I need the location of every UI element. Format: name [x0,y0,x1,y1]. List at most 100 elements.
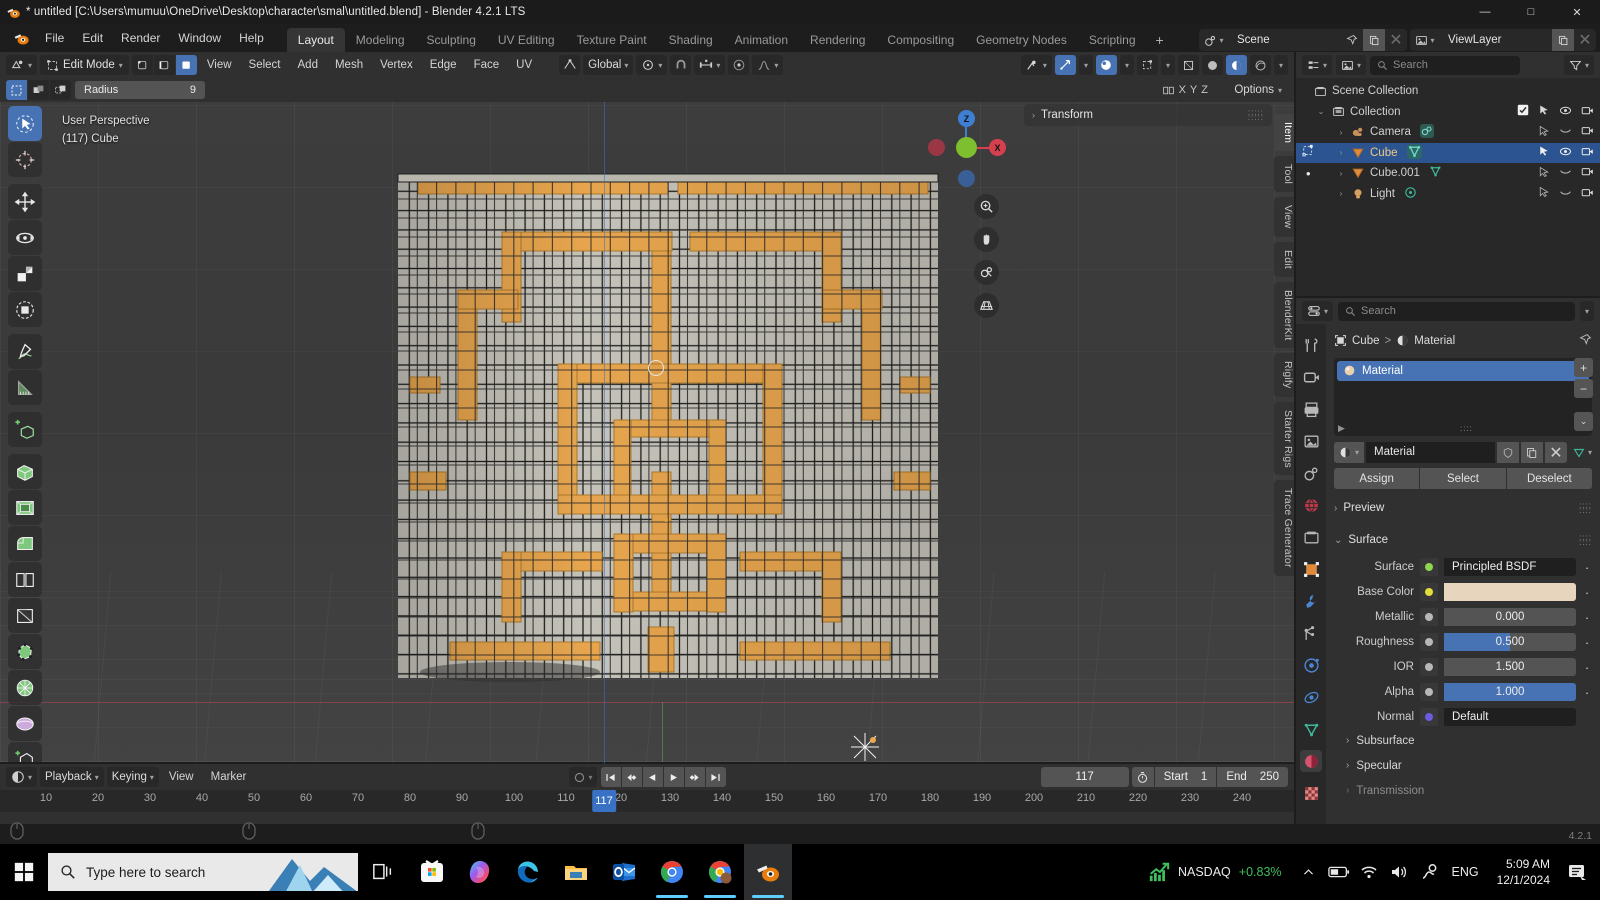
battery-icon[interactable] [1324,844,1354,900]
menu-help[interactable]: Help [230,25,273,51]
outliner-row-collection[interactable]: ⌄ Collection [1296,102,1600,123]
timeline-view-menu[interactable]: View [162,767,201,787]
taskbar-app-blender[interactable] [744,844,792,900]
selectable-arrow-icon[interactable] [1538,125,1550,140]
render-camera-icon[interactable] [1300,366,1322,388]
taskbar-app-google-chrome[interactable] [648,844,696,900]
constraints-icon[interactable] [1300,686,1322,708]
node-socket-icon[interactable] [1420,583,1438,601]
selectable-arrow-icon[interactable] [1538,166,1550,181]
animate-property-icon[interactable]: · [1582,635,1592,650]
disable-render-camera-icon[interactable] [1581,165,1594,181]
playback-menu[interactable]: Playback ▾ [40,767,104,787]
material-sphere-icon[interactable] [1300,750,1322,772]
subpanel-specular[interactable]: › Specular [1334,753,1592,778]
disclosure-chevron-icon[interactable]: › [1334,169,1348,178]
properties-search-input[interactable]: Search [1338,301,1575,321]
jump-to-end-icon[interactable] [705,767,726,787]
show-hidden-icons-chevron[interactable] [1294,844,1324,900]
extrude-region-tool[interactable] [8,454,42,489]
rotate-tool[interactable] [8,220,42,255]
selectable-arrow-icon[interactable] [1538,186,1550,201]
transform-orientation-selector[interactable]: Global ▾ [583,55,634,75]
outliner-row-cube-001[interactable]: • › Cube.001 [1296,163,1600,184]
close-button[interactable]: ✕ [1554,0,1600,24]
editor-type-icon[interactable]: ▾ [6,55,38,75]
wireframe-icon[interactable] [1177,55,1199,75]
duplicate-icon[interactable] [1520,442,1543,463]
axis-y-toggle[interactable]: Y [1190,84,1197,96]
selectable-arrow-icon[interactable] [1538,104,1550,119]
sidebar-tab-rigify[interactable]: Rigify [1274,353,1294,397]
zoom-icon[interactable] [974,194,999,219]
subpanel-subsurface[interactable]: › Subsurface [1334,728,1592,753]
animate-property-icon[interactable]: · [1582,560,1592,575]
node-socket-icon[interactable] [1420,683,1438,701]
unlink-x-icon[interactable]: ✕ [1544,442,1567,463]
cube-mesh-object[interactable] [390,172,950,761]
proportional-falloff-selector[interactable]: ▾ [752,55,784,75]
playhead[interactable]: 117 [592,790,616,812]
use-preview-range-icon[interactable] [1131,767,1154,787]
visibility-selector[interactable]: ▾ [1020,55,1052,75]
xray-dropdown[interactable]: ▾ [1119,55,1134,75]
sidebar-tab-tool[interactable]: Tool [1274,156,1294,193]
navigation-gizmo[interactable]: Z X [928,110,1006,187]
pin-icon[interactable] [1579,333,1592,349]
gizmo-axis-y[interactable] [956,137,977,158]
gizmo-dropdown[interactable]: ▾ [1160,55,1175,75]
inset-faces-tool[interactable] [8,490,42,525]
pin-scene-icon[interactable] [1341,29,1363,51]
gizmo-axis-z[interactable]: Z [958,110,975,127]
overlays-toggle-icon[interactable] [1054,55,1076,75]
workspace-tab-layout[interactable]: Layout [286,28,345,52]
shield-fake-user-icon[interactable] [1496,442,1519,463]
alpha-slider[interactable]: 1.000 [1444,683,1576,701]
material-slot-item[interactable]: Material [1337,361,1589,381]
record-auto-key-icon[interactable]: ▾ [568,767,597,787]
nodetree-icon[interactable]: ▾ [1572,446,1592,460]
pivot-point-selector[interactable]: ▾ [636,55,668,75]
scene-browse-icon[interactable]: ▾ [1199,29,1229,51]
toggle-perspective-icon[interactable] [974,293,999,318]
measure-tool[interactable] [8,370,42,405]
jump-to-keyframe-prev-icon[interactable] [621,767,642,787]
vertex-select-icon[interactable] [131,55,153,75]
resize-grip-icon[interactable]: :::: [1460,424,1473,433]
taskbar-app-file-explorer[interactable] [552,844,600,900]
viewport-menu-mesh[interactable]: Mesh [328,55,370,75]
properties-editor[interactable]: ▾ Search ▾ Cube > Material Material ▶::… [1296,298,1600,824]
blender-menu-icon[interactable] [6,25,36,51]
gizmo-axis-neg-z[interactable] [958,170,975,187]
overlays-dropdown[interactable]: ▾ [1078,55,1093,75]
physics-orbit-icon[interactable] [1300,654,1322,676]
transform-panel-header[interactable]: › Transform :::::::::: [1024,104,1272,126]
taskbar-app-outlook[interactable] [600,844,648,900]
select-button[interactable]: Select [1420,468,1506,489]
viewport-menu-view[interactable]: View [200,55,239,75]
new-scene-icon[interactable] [1363,29,1385,51]
bevel-tool[interactable] [8,526,42,561]
viewlayer-selector[interactable]: ▾ ViewLayer ✕ [1410,29,1596,51]
new-viewlayer-icon[interactable] [1552,29,1574,51]
start-frame-field[interactable]: Start 1 [1154,767,1217,787]
jump-to-keyframe-next-icon[interactable] [684,767,705,787]
options-dropdown[interactable]: Options ▾ [1228,81,1288,99]
sidebar-tab-edit[interactable]: Edit [1274,241,1294,277]
smooth-tool[interactable] [8,706,42,741]
assign-button[interactable]: Assign [1334,468,1420,489]
workspace-tab-geometry-nodes[interactable]: Geometry Nodes [965,28,1078,52]
gizmo-axis-x[interactable]: X [989,139,1006,156]
spin-tool[interactable] [8,670,42,705]
3d-viewport[interactable]: User Perspective (117) Cube Z X › Transf… [0,102,1294,762]
cursor-tool[interactable] [8,142,42,177]
scene-selector[interactable]: ▾ Scene ✕ [1199,29,1407,51]
selectable-arrow-icon[interactable] [1538,145,1550,160]
outliner-editor-type-icon[interactable]: ▾ [1302,55,1333,75]
node-socket-icon[interactable] [1420,608,1438,626]
particles-icon[interactable] [1300,622,1322,644]
timeline-marker-menu[interactable]: Marker [204,767,254,787]
viewlayer-name[interactable]: ViewLayer [1440,29,1552,51]
object-square-icon[interactable] [1300,558,1322,580]
volume-icon[interactable] [1384,844,1414,900]
